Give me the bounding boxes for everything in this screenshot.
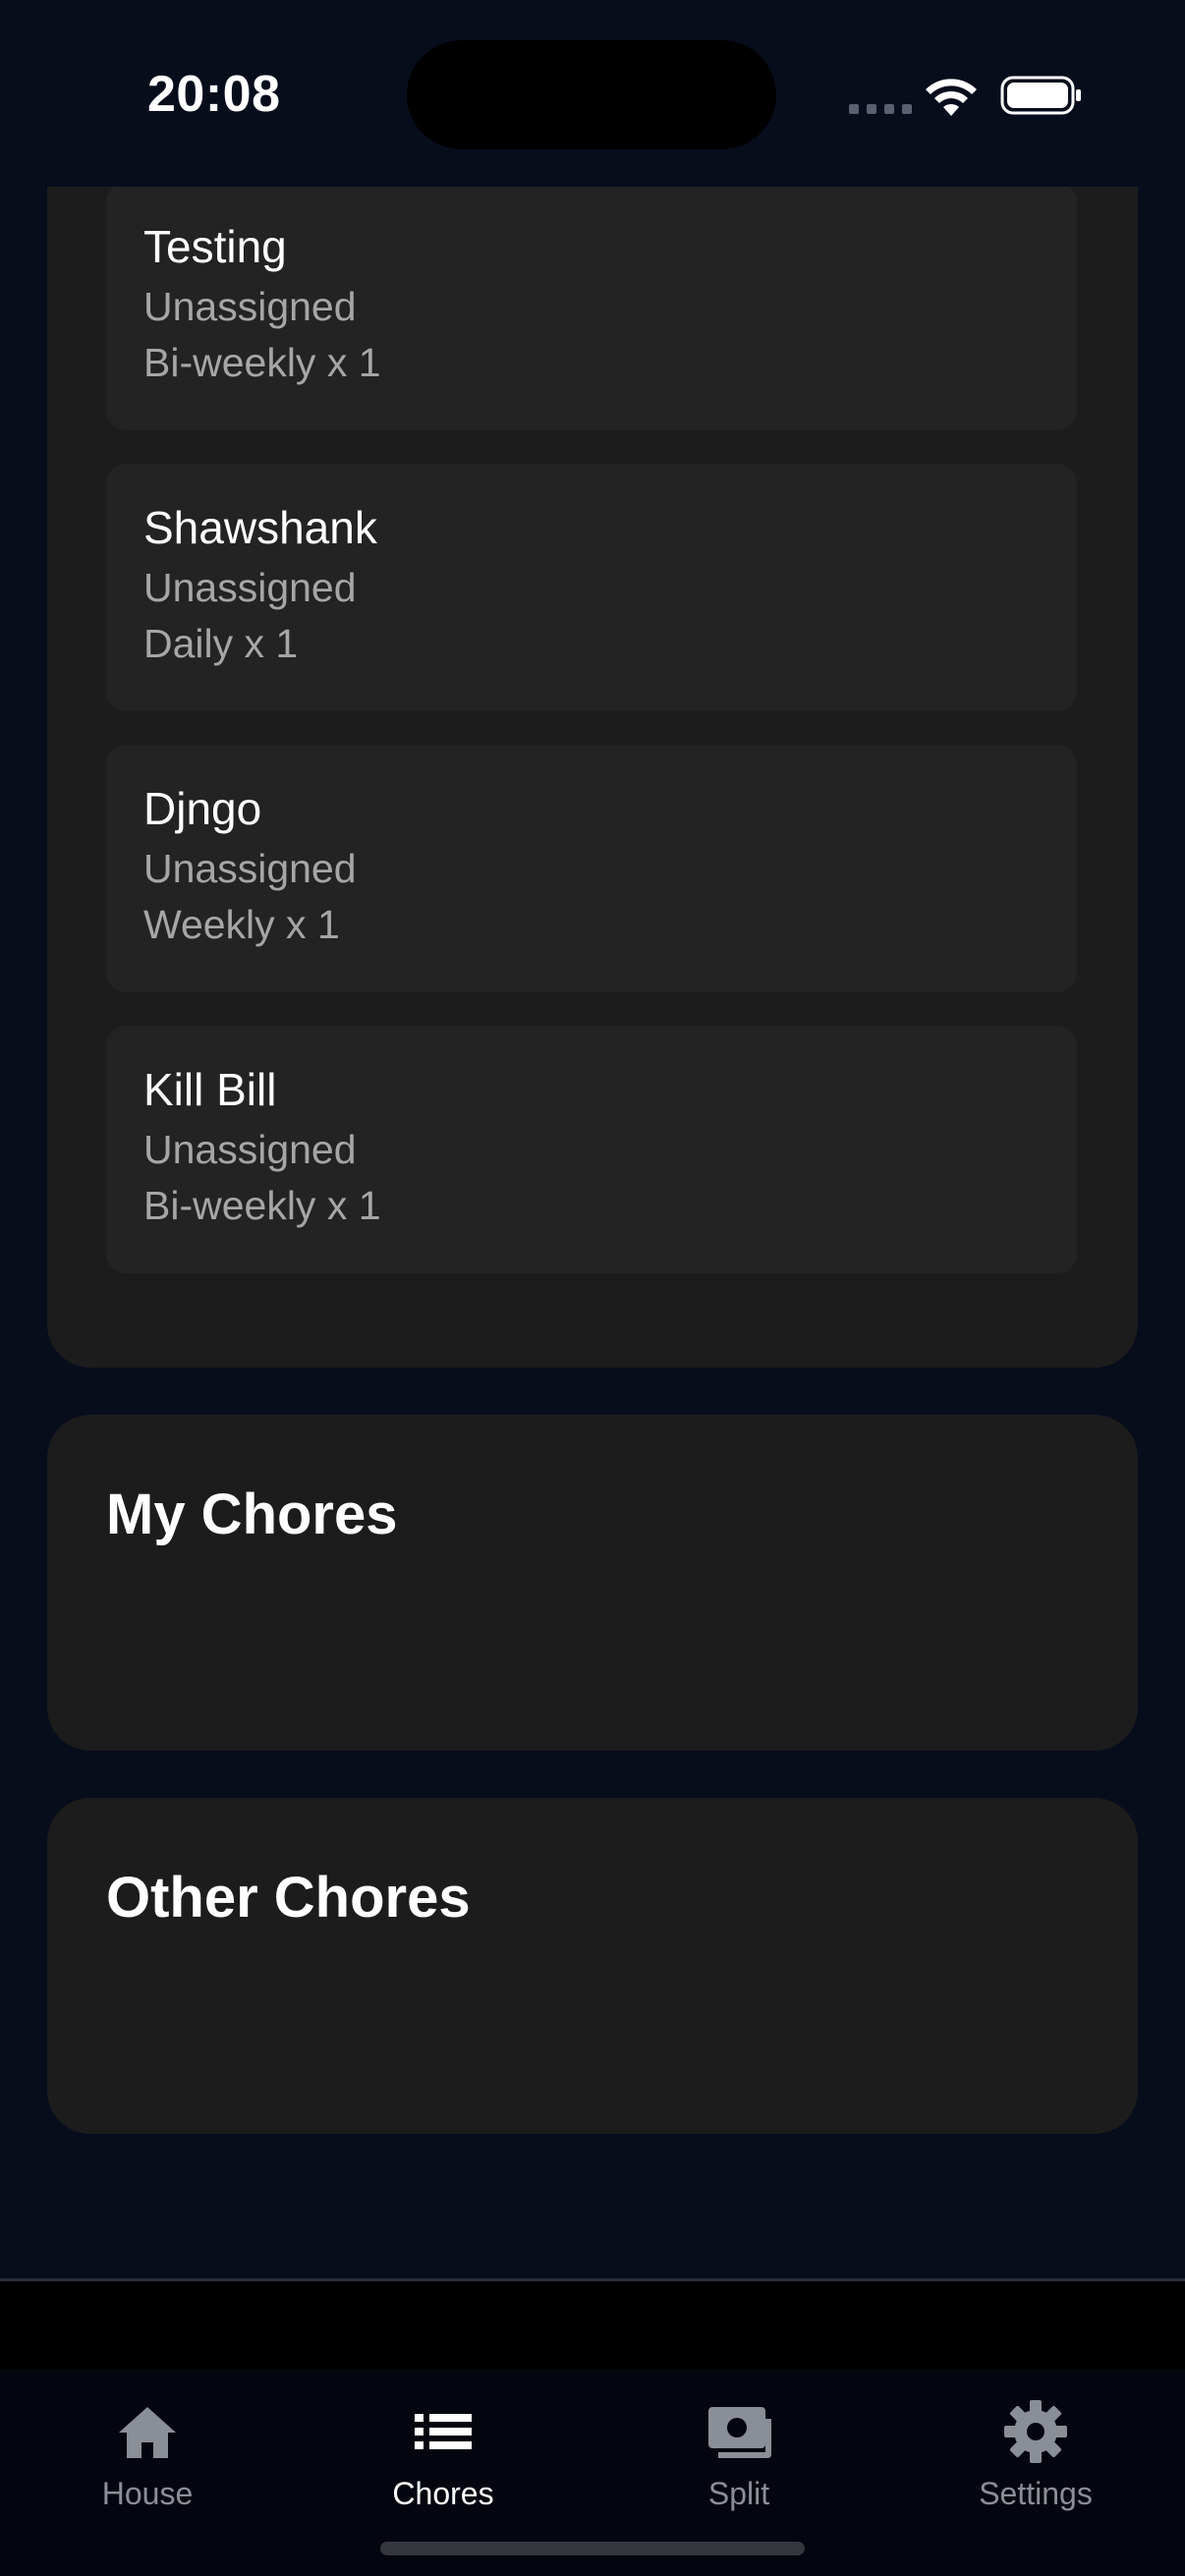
money-icon	[708, 2407, 771, 2458]
chores-screen: Testing Unassigned Bi-weekly x 1 Shawsha…	[0, 0, 1185, 2576]
wifi-icon	[926, 79, 977, 116]
home-indicator[interactable]	[380, 2542, 805, 2555]
chore-assignee: Unassigned	[143, 565, 357, 610]
list-icon	[415, 2414, 472, 2449]
chore-assignee: Unassigned	[143, 1127, 357, 1172]
chore-name: Shawshank	[143, 502, 377, 553]
my-chores-card: My Chores	[47, 1415, 1138, 1751]
battery-icon	[1000, 76, 1081, 115]
other-chores-card: Other Chores	[47, 1798, 1138, 2134]
chore-name: Testing	[143, 221, 287, 272]
bottom-spacer	[0, 2281, 1185, 2370]
cellular-signal-icon	[849, 104, 912, 114]
chore-frequency: Bi-weekly x 1	[143, 340, 381, 385]
tab-chores[interactable]: Chores	[325, 2397, 561, 2512]
status-time: 20:08	[147, 66, 281, 123]
tab-settings-label: Settings	[979, 2476, 1093, 2511]
dynamic-island	[407, 40, 776, 149]
tab-settings[interactable]: Settings	[918, 2397, 1154, 2512]
chore-frequency: Bi-weekly x 1	[143, 1183, 381, 1228]
chore-item[interactable]: Djngo Unassigned Weekly x 1	[106, 745, 1077, 992]
unassigned-chores-card: Testing Unassigned Bi-weekly x 1 Shawsha…	[47, 0, 1138, 1368]
house-icon	[119, 2407, 176, 2458]
tab-house-label: House	[101, 2476, 194, 2511]
tab-split-label: Split	[707, 2476, 770, 2511]
other-chores-title: Other Chores	[106, 1866, 471, 1930]
gear-icon	[1004, 2400, 1067, 2463]
chore-item[interactable]: Shawshank Unassigned Daily x 1	[106, 464, 1077, 711]
chore-item[interactable]: Testing Unassigned Bi-weekly x 1	[106, 183, 1077, 430]
my-chores-title: My Chores	[106, 1483, 398, 1546]
tab-chores-label: Chores	[392, 2476, 494, 2511]
chore-assignee: Unassigned	[143, 846, 357, 891]
chore-name: Kill Bill	[143, 1064, 277, 1115]
chore-frequency: Weekly x 1	[143, 902, 340, 947]
chore-name: Djngo	[143, 783, 262, 834]
chore-frequency: Daily x 1	[143, 621, 299, 666]
status-bar: 20:08	[0, 0, 1185, 187]
unassigned-chore-list: Testing Unassigned Bi-weekly x 1 Shawsha…	[106, 183, 1077, 1307]
tab-house[interactable]: House	[29, 2397, 265, 2512]
chore-item[interactable]: Kill Bill Unassigned Bi-weekly x 1	[106, 1026, 1077, 1273]
tab-split[interactable]: Split	[621, 2397, 857, 2512]
chore-assignee: Unassigned	[143, 284, 357, 329]
